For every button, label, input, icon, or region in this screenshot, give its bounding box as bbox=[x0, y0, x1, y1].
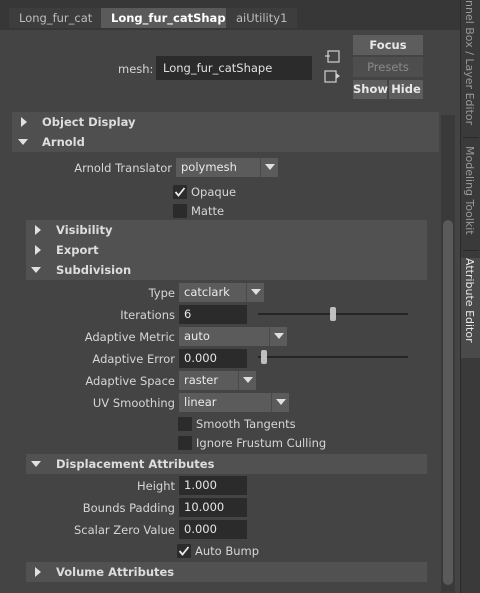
mesh-label: mesh: bbox=[118, 62, 154, 76]
adaptive-error-field[interactable]: 0.000 bbox=[179, 349, 247, 368]
matte-label: Matte bbox=[191, 204, 225, 218]
ignore-frustum-label: Ignore Frustum Culling bbox=[196, 436, 327, 450]
scrollbar-thumb[interactable] bbox=[443, 220, 453, 585]
show-button[interactable]: Show bbox=[353, 80, 388, 99]
auto-bump-checkbox[interactable] bbox=[177, 544, 191, 558]
adaptive-metric-label: Adaptive Metric bbox=[84, 330, 175, 344]
subdivision-type-dropdown[interactable]: catclark bbox=[179, 283, 264, 302]
frame-title: Volume Attributes bbox=[56, 565, 175, 579]
frame-export[interactable]: Export bbox=[26, 240, 427, 260]
smooth-tangents-label: Smooth Tangents bbox=[196, 417, 296, 431]
scalar-zero-field[interactable]: 0.000 bbox=[179, 520, 247, 539]
adaptive-metric-dropdown[interactable]: auto bbox=[179, 327, 287, 346]
expanded-arrow-icon bbox=[18, 132, 28, 158]
matte-checkbox[interactable] bbox=[173, 204, 187, 218]
expanded-arrow-icon bbox=[31, 454, 41, 480]
dock-divider bbox=[463, 250, 479, 251]
presets-button[interactable]: Presets bbox=[353, 57, 423, 77]
chevron-down-icon bbox=[246, 283, 264, 302]
adaptive-space-label: Adaptive Space bbox=[85, 374, 175, 388]
height-field[interactable]: 1.000 bbox=[179, 476, 247, 495]
height-label: Height bbox=[136, 479, 175, 493]
tab-aiutility[interactable]: aiUtility1 bbox=[226, 8, 298, 28]
frame-title: Object Display bbox=[42, 115, 136, 129]
dropdown-value: linear bbox=[184, 395, 217, 409]
chevron-down-icon bbox=[269, 327, 287, 346]
adaptive-space-dropdown[interactable]: raster bbox=[179, 371, 256, 390]
input-connection-icon[interactable] bbox=[324, 49, 342, 65]
frame-object-display[interactable]: Object Display bbox=[12, 112, 439, 132]
output-connection-icon[interactable] bbox=[324, 69, 342, 85]
frame-title: Subdivision bbox=[56, 263, 132, 277]
tab-bar: Long_fur_cat Long_fur_catShape aiUtility… bbox=[0, 0, 460, 30]
vertical-dock: nnel Box / Layer Editor Modeling Toolkit… bbox=[460, 0, 480, 593]
frame-displacement[interactable]: Displacement Attributes bbox=[26, 454, 427, 474]
uv-smoothing-label: UV Smoothing bbox=[92, 396, 175, 410]
frame-volume[interactable]: Volume Attributes bbox=[26, 562, 427, 582]
iterations-label: Iterations bbox=[120, 308, 175, 322]
bounds-padding-label: Bounds Padding bbox=[82, 501, 175, 515]
chevron-down-icon bbox=[260, 158, 278, 177]
frame-title: Arnold bbox=[42, 135, 85, 149]
frame-subdivision[interactable]: Subdivision bbox=[26, 260, 427, 280]
hide-button[interactable]: Hide bbox=[389, 80, 423, 99]
uv-smoothing-dropdown[interactable]: linear bbox=[179, 393, 289, 412]
chevron-down-icon bbox=[238, 371, 256, 390]
modeling-toolkit-tab-label: Modeling Toolkit bbox=[463, 146, 476, 235]
smooth-tangents-checkbox[interactable] bbox=[178, 417, 192, 431]
adaptive-error-label: Adaptive Error bbox=[92, 352, 175, 366]
opaque-label: Opaque bbox=[191, 185, 237, 199]
iterations-slider-handle[interactable] bbox=[330, 307, 336, 321]
tab-transform[interactable]: Long_fur_cat bbox=[9, 8, 103, 28]
attribute-editor-tab-label: Attribute Editor bbox=[463, 258, 476, 343]
collapsed-arrow-icon bbox=[34, 562, 42, 588]
ignore-frustum-checkbox[interactable] bbox=[178, 436, 192, 450]
frame-arnold[interactable]: Arnold bbox=[12, 132, 439, 152]
auto-bump-label: Auto Bump bbox=[195, 544, 260, 558]
expanded-arrow-icon bbox=[31, 260, 41, 286]
frame-title: Visibility bbox=[56, 223, 113, 237]
channel-box-tab-label: nnel Box / Layer Editor bbox=[463, 0, 476, 126]
focus-button[interactable]: Focus bbox=[353, 35, 423, 55]
scalar-zero-label: Scalar Zero Value bbox=[74, 523, 175, 537]
frame-title: Displacement Attributes bbox=[56, 457, 215, 471]
type-label: Type bbox=[148, 286, 175, 300]
tab-channel-box[interactable]: nnel Box / Layer Editor bbox=[461, 0, 480, 135]
tab-attribute-editor[interactable]: Attribute Editor bbox=[461, 258, 480, 358]
dropdown-value: raster bbox=[184, 373, 219, 387]
bounds-padding-field[interactable]: 10.000 bbox=[179, 498, 247, 517]
frame-title: Export bbox=[56, 243, 99, 257]
dropdown-value: polymesh bbox=[181, 160, 237, 174]
chevron-down-icon bbox=[271, 393, 289, 412]
adaptive-error-slider-handle[interactable] bbox=[261, 350, 267, 364]
iterations-field[interactable]: 6 bbox=[179, 305, 247, 324]
dock-divider bbox=[463, 137, 479, 138]
opaque-checkbox[interactable] bbox=[173, 185, 187, 199]
dropdown-value: auto bbox=[184, 329, 210, 343]
dropdown-value: catclark bbox=[184, 285, 230, 299]
arnold-translator-dropdown[interactable]: polymesh bbox=[176, 158, 278, 177]
mesh-name-field[interactable] bbox=[156, 56, 312, 80]
adaptive-error-slider-track[interactable] bbox=[258, 356, 408, 358]
frame-visibility[interactable]: Visibility bbox=[26, 220, 427, 240]
tab-shape[interactable]: Long_fur_catShape bbox=[101, 8, 244, 28]
tab-modeling-toolkit[interactable]: Modeling Toolkit bbox=[461, 146, 480, 246]
arnold-translator-label: Arnold Translator bbox=[74, 161, 172, 175]
